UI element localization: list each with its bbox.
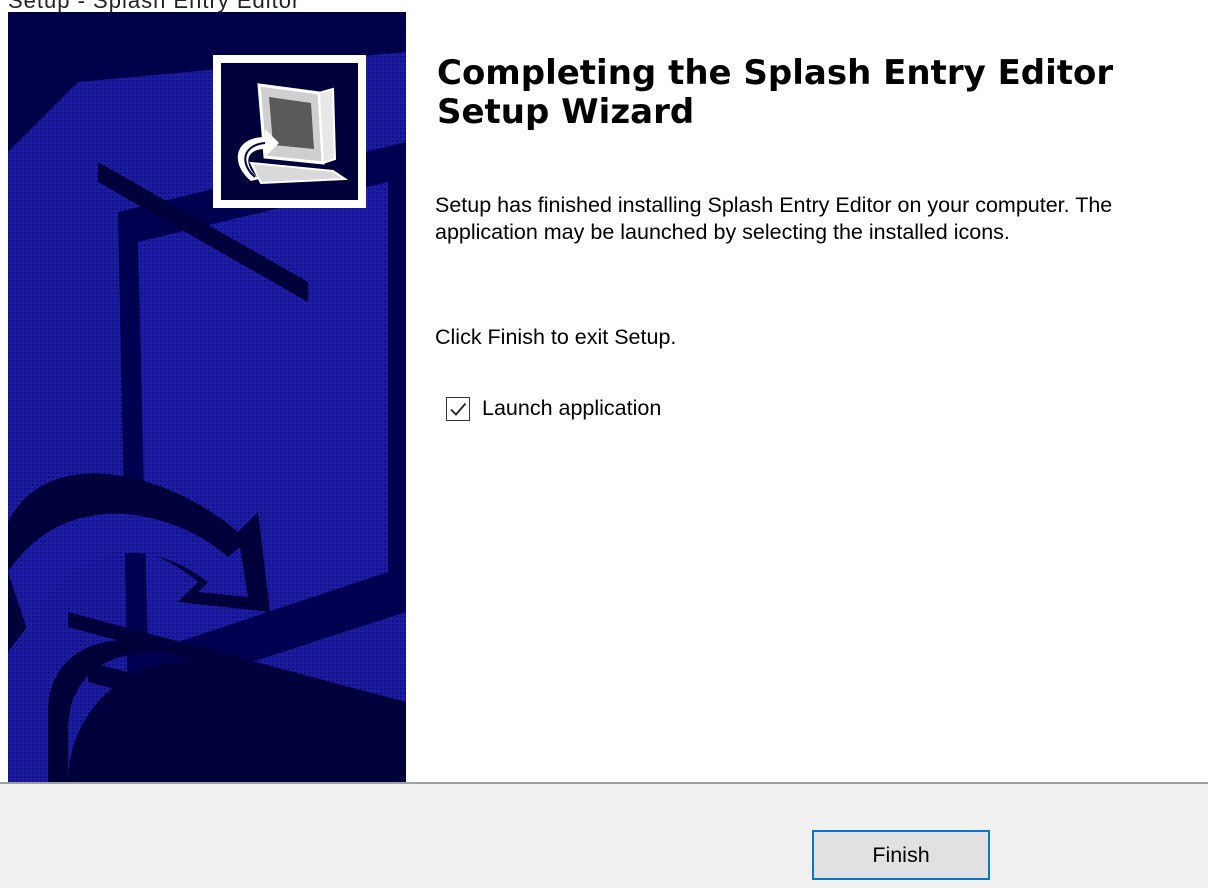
window-title: Setup - Splash Entry Editor <box>8 0 300 12</box>
finish-instruction: Click Finish to exit Setup. <box>435 325 677 349</box>
launch-application-checkbox[interactable] <box>446 396 470 421</box>
checkmark-icon <box>450 402 467 416</box>
computer-installer-icon <box>221 63 358 200</box>
setup-wizard-window: Setup - Splash Entry Editor <box>0 0 1208 888</box>
title-bar: Setup - Splash Entry Editor <box>0 0 1208 12</box>
wizard-footer: Finish <box>0 784 1208 888</box>
installer-logo-frame <box>213 55 366 208</box>
launch-application-label[interactable]: Launch application <box>482 396 661 421</box>
wizard-content-panel: Completing the Splash Entry Editor Setup… <box>406 12 1208 782</box>
completion-description: Setup has finished installing Splash Ent… <box>435 193 1113 244</box>
wizard-side-banner <box>8 12 406 782</box>
finish-button[interactable]: Finish <box>812 830 990 880</box>
launch-application-option[interactable]: Launch application <box>446 396 661 421</box>
page-title: Completing the Splash Entry Editor Setup… <box>437 53 1114 132</box>
